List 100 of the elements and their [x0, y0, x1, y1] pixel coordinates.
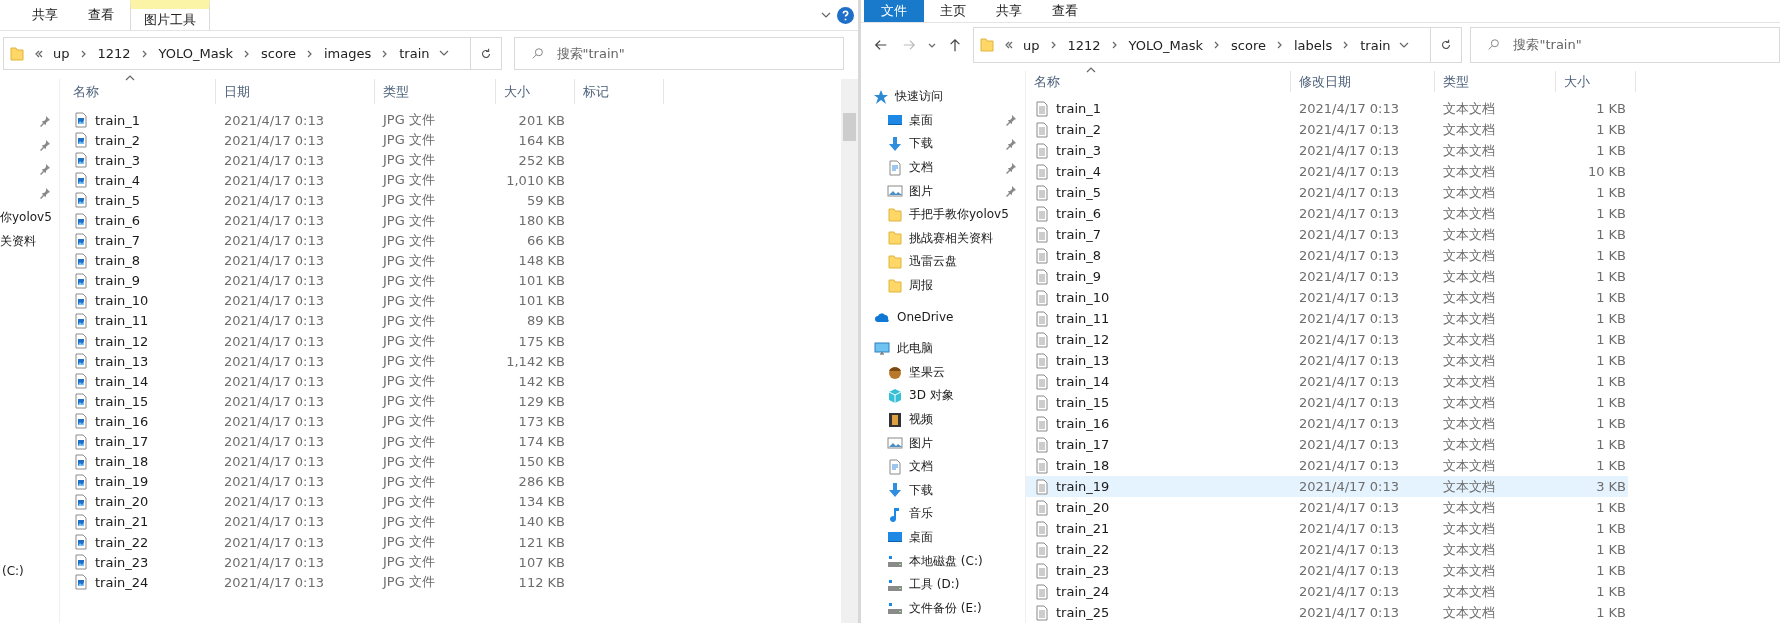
file-row[interactable]: train_24 2021/4/17 0:13 JPG 文件 112 KB — [65, 572, 656, 593]
file-row[interactable]: train_8 2021/4/17 0:13 JPG 文件 148 KB — [65, 250, 656, 271]
file-row[interactable]: train_21 2021/4/17 0:13 文本文档 1 KB — [1026, 518, 1628, 539]
breadcrumb-item[interactable]: 1212 — [97, 46, 131, 61]
file-row[interactable]: train_2 2021/4/17 0:13 JPG 文件 164 KB — [65, 130, 656, 151]
file-row[interactable]: train_15 2021/4/17 0:13 文本文档 1 KB — [1026, 392, 1628, 413]
nav-item-label[interactable]: 关资料 — [0, 232, 36, 250]
nav-item[interactable]: 桌面 — [909, 111, 933, 129]
file-row[interactable]: train_20 2021/4/17 0:13 JPG 文件 134 KB — [65, 491, 656, 512]
ribbon-tab[interactable]: 文件 — [864, 0, 924, 22]
nav-item-label[interactable]: (C:) — [2, 564, 24, 578]
nav-item[interactable]: 下载 — [909, 481, 933, 499]
file-row[interactable]: train_21 2021/4/17 0:13 JPG 文件 140 KB — [65, 511, 656, 532]
file-row[interactable]: train_10 2021/4/17 0:13 JPG 文件 101 KB — [65, 290, 656, 311]
file-row[interactable]: train_12 2021/4/17 0:13 文本文档 1 KB — [1026, 329, 1628, 350]
file-row[interactable]: train_11 2021/4/17 0:13 JPG 文件 89 KB — [65, 310, 656, 332]
column-header[interactable]: 名称 — [65, 79, 216, 104]
address-bar[interactable]: up 1212 YOLO_Mask score labels train — [973, 27, 1463, 63]
nav-item[interactable]: 周报 — [909, 277, 933, 295]
file-row[interactable]: train_19 2021/4/17 0:13 文本文档 3 KB — [1026, 476, 1628, 497]
file-row[interactable]: train_12 2021/4/17 0:13 JPG 文件 175 KB — [65, 331, 656, 352]
nav-item[interactable]: 桌面 — [909, 529, 933, 546]
nav-item[interactable]: 挑战赛相关资料 — [909, 229, 993, 247]
nav-item-label[interactable]: 你yolov5 — [0, 208, 52, 226]
nav-item[interactable]: 快速访问 — [895, 88, 943, 106]
file-row[interactable]: train_8 2021/4/17 0:13 文本文档 1 KB — [1026, 245, 1628, 266]
file-row[interactable]: train_13 2021/4/17 0:13 文本文档 1 KB — [1026, 350, 1628, 371]
file-row[interactable]: train_14 2021/4/17 0:13 文本文档 1 KB — [1026, 371, 1628, 392]
column-header[interactable]: 类型 — [375, 79, 496, 104]
file-row[interactable]: train_16 2021/4/17 0:13 JPG 文件 173 KB — [65, 411, 656, 432]
file-row[interactable]: train_22 2021/4/17 0:13 JPG 文件 121 KB — [65, 531, 656, 553]
column-header[interactable]: 标记 — [575, 79, 664, 104]
breadcrumb-item[interactable]: score — [261, 46, 296, 61]
nav-item[interactable]: 图片 — [909, 182, 933, 200]
nav-item[interactable]: 文件备份 (E:) — [909, 599, 982, 617]
column-header[interactable]: 类型 — [1435, 71, 1556, 92]
file-row[interactable]: train_6 2021/4/17 0:13 文本文档 1 KB — [1026, 203, 1628, 224]
file-row[interactable]: train_19 2021/4/17 0:13 JPG 文件 286 KB — [65, 471, 656, 492]
breadcrumb-item[interactable]: images — [324, 46, 372, 61]
file-row[interactable]: train_7 2021/4/17 0:13 JPG 文件 66 KB — [65, 230, 656, 251]
file-row[interactable]: train_4 2021/4/17 0:13 JPG 文件 1,010 KB — [65, 170, 656, 191]
column-header[interactable]: 修改日期 — [1291, 71, 1435, 92]
file-row[interactable]: train_25 2021/4/17 0:13 文本文档 1 KB — [1026, 602, 1628, 623]
file-row[interactable]: train_9 2021/4/17 0:13 JPG 文件 101 KB — [65, 270, 656, 291]
file-row[interactable]: train_4 2021/4/17 0:13 文本文档 10 KB — [1026, 161, 1628, 182]
breadcrumb-item[interactable]: YOLO_Mask — [1128, 37, 1204, 53]
file-row[interactable]: train_5 2021/4/17 0:13 JPG 文件 59 KB — [65, 190, 656, 211]
column-header[interactable]: 大小 — [496, 79, 575, 104]
ribbon-tab[interactable]: 图片工具 — [130, 0, 210, 30]
file-row[interactable]: train_5 2021/4/17 0:13 文本文档 1 KB — [1026, 182, 1628, 203]
nav-item[interactable]: 坚果云 — [909, 363, 945, 381]
breadcrumb-item[interactable]: train — [1360, 37, 1391, 53]
nav-item[interactable]: 文档 — [909, 458, 933, 476]
nav-item[interactable]: 图片 — [909, 434, 933, 452]
file-row[interactable]: train_7 2021/4/17 0:13 文本文档 1 KB — [1026, 224, 1628, 245]
breadcrumb-item[interactable]: up — [1023, 37, 1040, 53]
file-row[interactable]: train_6 2021/4/17 0:13 JPG 文件 180 KB — [65, 210, 656, 231]
column-header[interactable]: 名称 — [1026, 71, 1291, 92]
file-row[interactable]: train_3 2021/4/17 0:13 JPG 文件 252 KB — [65, 150, 656, 171]
nav-item[interactable]: 视频 — [909, 411, 933, 428]
breadcrumb-item[interactable]: 1212 — [1067, 37, 1101, 53]
file-row[interactable]: train_11 2021/4/17 0:13 文本文档 1 KB — [1026, 308, 1628, 329]
nav-item[interactable]: 3D 对象 — [909, 387, 954, 405]
file-row[interactable]: train_16 2021/4/17 0:13 文本文档 1 KB — [1026, 413, 1628, 434]
breadcrumb-item[interactable]: up — [53, 46, 70, 61]
back-arrow-icon[interactable] — [874, 38, 888, 52]
nav-item[interactable]: 音乐 — [909, 505, 933, 523]
file-row[interactable]: train_13 2021/4/17 0:13 JPG 文件 1,142 KB — [65, 351, 656, 372]
file-row[interactable]: train_14 2021/4/17 0:13 JPG 文件 142 KB — [65, 371, 656, 392]
scrollbar[interactable] — [841, 79, 858, 623]
file-row[interactable]: train_20 2021/4/17 0:13 文本文档 1 KB — [1026, 497, 1628, 518]
nav-item[interactable]: 手把手教你yolov5 — [909, 206, 1009, 224]
file-row[interactable]: train_23 2021/4/17 0:13 JPG 文件 107 KB — [65, 552, 656, 573]
breadcrumb-item[interactable]: score — [1231, 37, 1266, 53]
nav-item[interactable]: 下载 — [909, 135, 933, 153]
search-field[interactable]: 搜索"train" — [513, 37, 844, 70]
file-row[interactable]: train_10 2021/4/17 0:13 文本文档 1 KB — [1026, 287, 1628, 308]
file-row[interactable]: train_18 2021/4/17 0:13 文本文档 1 KB — [1026, 455, 1628, 476]
breadcrumb-item[interactable]: labels — [1294, 37, 1333, 53]
file-row[interactable]: train_23 2021/4/17 0:13 文本文档 1 KB — [1026, 560, 1628, 581]
file-row[interactable]: train_17 2021/4/17 0:13 文本文档 1 KB — [1026, 434, 1628, 455]
file-row[interactable]: train_3 2021/4/17 0:13 文本文档 1 KB — [1026, 140, 1628, 161]
file-row[interactable]: train_2 2021/4/17 0:13 文本文档 1 KB — [1026, 119, 1628, 140]
file-row[interactable]: train_18 2021/4/17 0:13 JPG 文件 150 KB — [65, 451, 656, 472]
address-bar[interactable]: up 1212 YOLO_Mask score images train — [3, 37, 502, 70]
column-header[interactable]: 大小 — [1556, 71, 1636, 92]
breadcrumb-item[interactable]: train — [399, 46, 430, 61]
nav-item[interactable]: 工具 (D:) — [909, 576, 960, 594]
nav-item[interactable]: 文档 — [909, 159, 933, 177]
breadcrumb-item[interactable]: YOLO_Mask — [158, 46, 234, 61]
nav-item[interactable]: OneDrive — [897, 310, 954, 325]
column-header[interactable]: 日期 — [216, 79, 375, 104]
file-row[interactable]: train_24 2021/4/17 0:13 文本文档 1 KB — [1026, 581, 1628, 602]
nav-item[interactable]: 迅雷云盘 — [909, 253, 957, 271]
file-row[interactable]: train_1 2021/4/17 0:13 文本文档 1 KB — [1026, 98, 1628, 119]
file-row[interactable]: train_1 2021/4/17 0:13 JPG 文件 201 KB — [65, 110, 656, 131]
file-row[interactable]: train_9 2021/4/17 0:13 文本文档 1 KB — [1026, 266, 1628, 287]
search-field[interactable]: 搜索"train" — [1470, 27, 1780, 63]
file-row[interactable]: train_17 2021/4/17 0:13 JPG 文件 174 KB — [65, 431, 656, 452]
nav-item[interactable]: 此电脑 — [897, 340, 933, 358]
